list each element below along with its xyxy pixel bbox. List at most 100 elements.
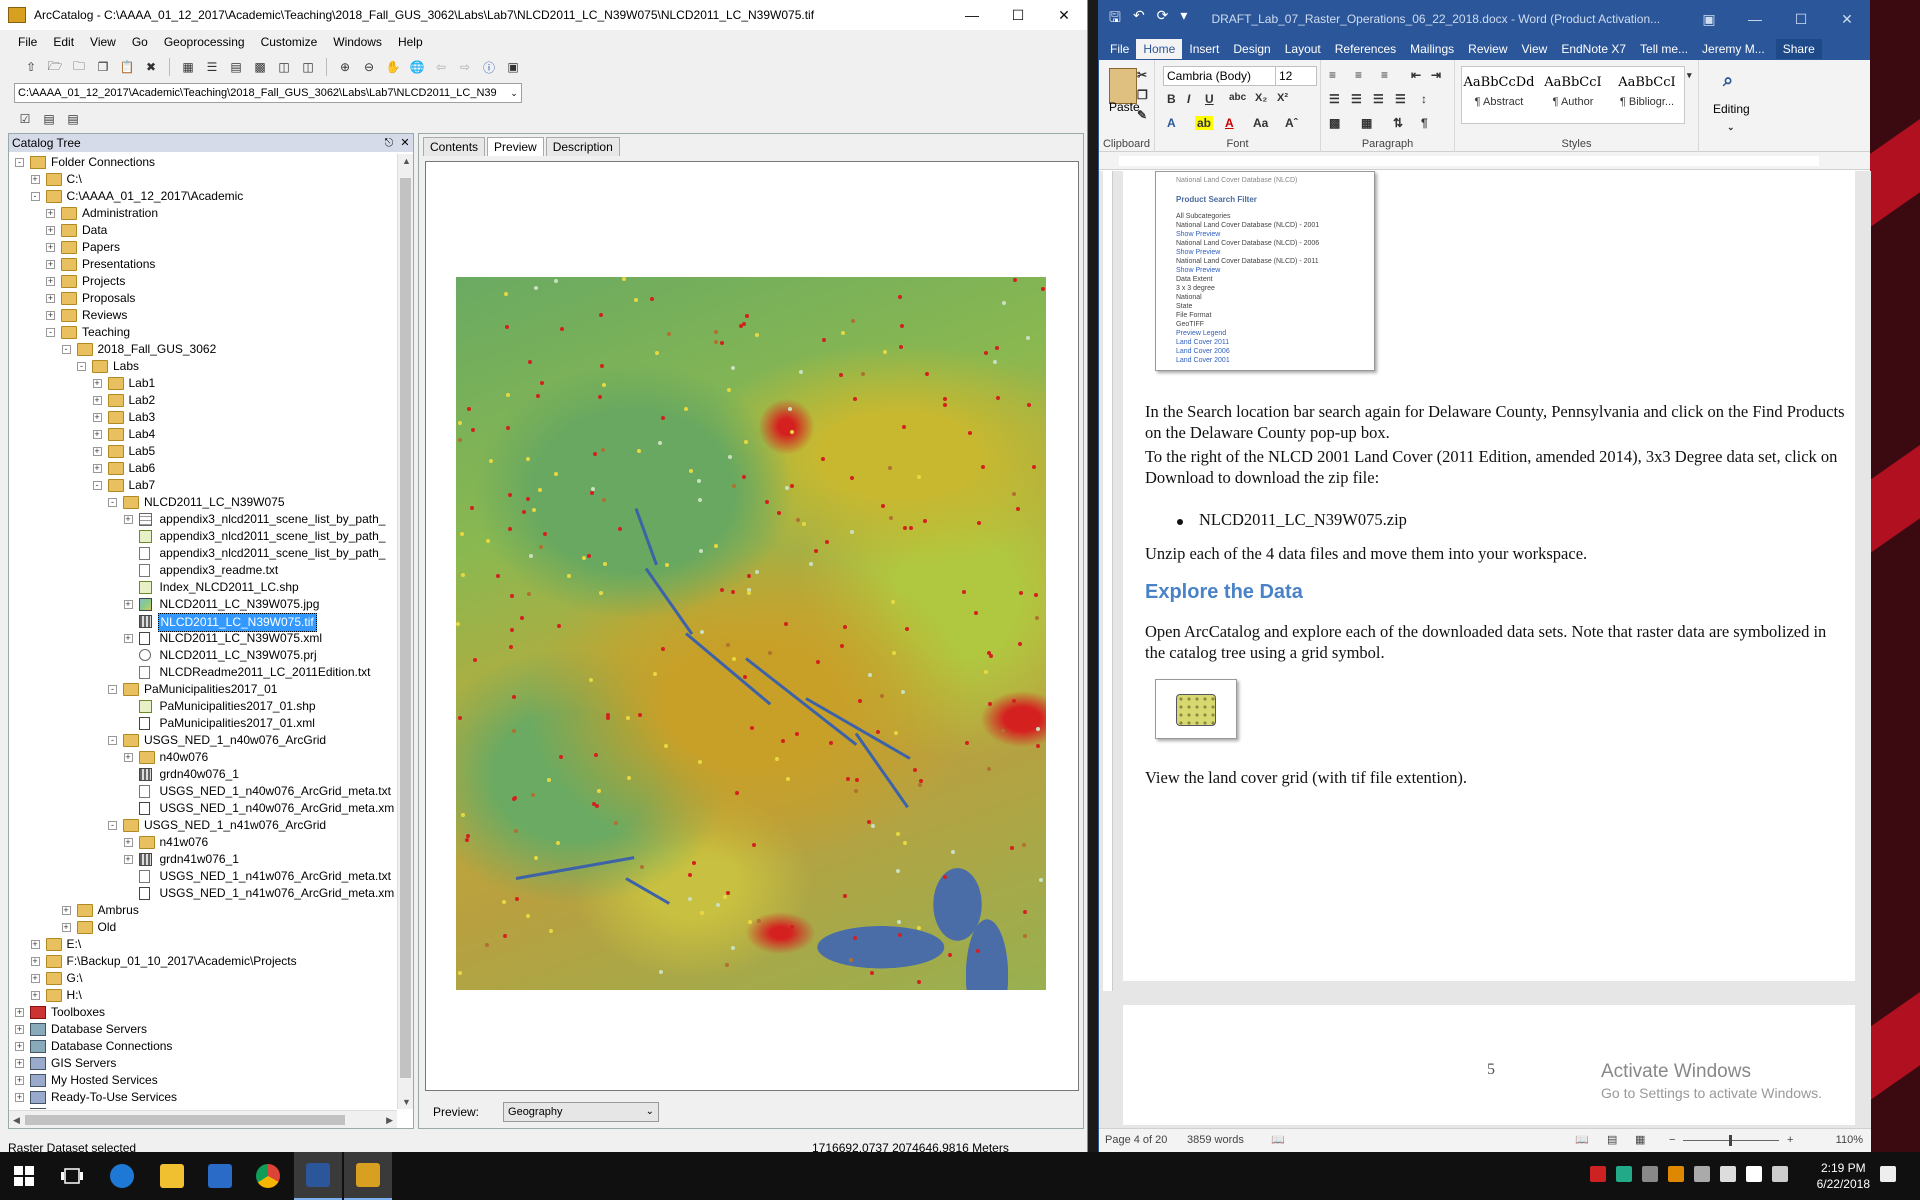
document-page[interactable]: National Land Cover Database (NLCD) Prod…	[1123, 171, 1855, 981]
chevron-down-icon[interactable]: ⌄	[507, 84, 521, 102]
grow-font-icon[interactable]: Aˆ	[1285, 116, 1298, 130]
tree-node[interactable]: - PaMunicipalities2017_01	[9, 681, 397, 698]
full-extent-icon[interactable]: 🌐	[408, 58, 426, 76]
tree-node[interactable]: USGS_NED_1_n40w076_ArcGrid_meta.txt	[9, 783, 397, 800]
tree-node[interactable]: + n40w076	[9, 749, 397, 766]
paste-icon[interactable]: 📋	[118, 58, 136, 76]
tree-node[interactable]: + F:\Backup_01_10_2017\Academic\Projects	[9, 953, 397, 970]
tree-node[interactable]: + C:\	[9, 171, 397, 188]
collapse-icon[interactable]: -	[108, 736, 117, 745]
tree-node[interactable]: - Lab7	[9, 477, 397, 494]
shading-icon[interactable]: ▩	[1329, 116, 1340, 130]
style-author[interactable]: AaBbCcI ¶ Author	[1536, 67, 1610, 123]
document-area[interactable]: National Land Cover Database (NLCD) Prod…	[1099, 171, 1871, 1128]
expand-icon[interactable]: +	[15, 1076, 24, 1085]
web-layout-icon[interactable]: ▦	[1635, 1129, 1645, 1151]
tab-mailings[interactable]: Mailings	[1403, 39, 1461, 59]
tab-references[interactable]: References	[1328, 39, 1403, 59]
proofing-icon[interactable]: 📖	[1271, 1129, 1285, 1151]
menu-file[interactable]: File	[10, 33, 45, 51]
taskbar-store[interactable]	[196, 1152, 244, 1200]
list-icon[interactable]: ☰	[203, 58, 221, 76]
preview-area[interactable]	[425, 161, 1079, 1091]
expand-icon[interactable]: +	[123, 634, 133, 643]
collapse-icon[interactable]: -	[92, 481, 102, 490]
tree-node[interactable]: USGS_NED_1_n41w076_ArcGrid_meta.xm	[9, 885, 397, 902]
menu-go[interactable]: Go	[124, 33, 156, 51]
tree-node[interactable]: + Old	[9, 919, 397, 936]
metadata-import-icon[interactable]: ▤	[40, 110, 58, 128]
account-name[interactable]: Jeremy M...	[1695, 39, 1772, 59]
tree-node[interactable]: + Administration	[9, 205, 397, 222]
tree-node[interactable]: +Business Analyst Repository	[9, 1106, 397, 1109]
collapse-icon[interactable]: -	[108, 685, 117, 694]
tree-node[interactable]: + GIS Servers	[9, 1055, 397, 1072]
show-marks-icon[interactable]: ¶	[1421, 116, 1428, 130]
expand-icon[interactable]: +	[30, 957, 40, 966]
word-count[interactable]: 3859 words	[1187, 1129, 1244, 1151]
tree-node[interactable]: - Folder Connections	[9, 154, 397, 171]
tree-node[interactable]: NLCD2011_LC_N39W075.prj	[9, 647, 397, 664]
expand-icon[interactable]: +	[30, 974, 40, 983]
scroll-left-icon[interactable]: ◀	[13, 1115, 20, 1126]
minimize-button[interactable]: —	[1732, 0, 1778, 38]
justify-icon[interactable]: ☰	[1395, 92, 1406, 106]
expand-icon[interactable]: +	[92, 413, 102, 422]
copy-icon[interactable]: ❐	[94, 58, 112, 76]
cut-icon[interactable]: ✂	[1137, 68, 1147, 82]
change-case-icon[interactable]: Aa	[1253, 116, 1268, 130]
chevron-down-icon[interactable]: ⌄	[1727, 122, 1735, 133]
paste-button[interactable]: Paste	[1109, 100, 1140, 114]
tray-network-icon[interactable]	[1720, 1166, 1736, 1182]
collapse-icon[interactable]: -	[30, 192, 40, 201]
superscript-button[interactable]: X²	[1277, 92, 1288, 104]
expand-icon[interactable]: +	[15, 1042, 24, 1051]
collapse-icon[interactable]: -	[15, 158, 24, 167]
tree-node[interactable]: PaMunicipalities2017_01.shp	[9, 698, 397, 715]
strikethrough-button[interactable]: abc	[1229, 92, 1246, 103]
tree-vertical-scrollbar[interactable]: ▲ ▼	[397, 154, 413, 1109]
tree-node[interactable]: + appendix3_nlcd2011_scene_list_by_path_	[9, 511, 397, 528]
tree-node[interactable]: USGS_NED_1_n41w076_ArcGrid_meta.txt	[9, 868, 397, 885]
zoom-in-icon[interactable]: ⊕	[336, 58, 354, 76]
tray-onedrive-icon[interactable]	[1694, 1166, 1710, 1182]
expand-icon[interactable]: +	[123, 515, 133, 524]
tree-node[interactable]: - USGS_NED_1_n40w076_ArcGrid	[9, 732, 397, 749]
tab-review[interactable]: Review	[1461, 39, 1514, 59]
tab-home[interactable]: Home	[1136, 39, 1183, 59]
styles-more-icon[interactable]: ▾	[1687, 70, 1692, 81]
taskbar-file-explorer[interactable]	[148, 1152, 196, 1200]
close-button[interactable]: ✕	[1041, 0, 1087, 30]
highlight-icon[interactable]: ab	[1195, 116, 1214, 130]
zoom-level[interactable]: 110%	[1836, 1129, 1863, 1151]
notifications-icon[interactable]	[1880, 1166, 1896, 1182]
save-icon[interactable]: 🖫	[1109, 7, 1121, 31]
find-icon[interactable]: ⌕	[1723, 70, 1733, 91]
increase-indent-icon[interactable]: ⇥	[1431, 68, 1441, 82]
copy-icon[interactable]: ❐	[1137, 88, 1148, 102]
tree-node[interactable]: - USGS_NED_1_n41w076_ArcGrid	[9, 817, 397, 834]
editing-button[interactable]: Editing	[1713, 102, 1750, 116]
tree-node[interactable]: - NLCD2011_LC_N39W075	[9, 494, 397, 511]
zoom-out-icon[interactable]: ⊖	[360, 58, 378, 76]
preview-mode-select[interactable]: Geography ⌄	[503, 1102, 660, 1122]
tree-node[interactable]: + Lab2	[9, 392, 397, 409]
menu-help[interactable]: Help	[390, 33, 431, 51]
expand-icon[interactable]: +	[46, 260, 55, 269]
tree-node[interactable]: Index_NLCD2011_LC.shp	[9, 579, 397, 596]
tray-vpn-icon[interactable]	[1616, 1166, 1632, 1182]
forward-icon[interactable]: ⇨	[456, 58, 474, 76]
expand-icon[interactable]: +	[46, 226, 55, 235]
style-abstract[interactable]: AaBbCcDd ¶ Abstract	[1462, 67, 1536, 123]
expand-icon[interactable]: +	[30, 175, 40, 184]
location-input[interactable]: C:\AAAA_01_12_2017\Academic\Teaching\201…	[14, 83, 522, 103]
expand-icon[interactable]: +	[15, 1008, 24, 1017]
metadata-edit-icon[interactable]: ☑	[16, 110, 34, 128]
tree-node[interactable]: + Reviews	[9, 307, 397, 324]
read-mode-icon[interactable]: 📖	[1575, 1129, 1589, 1151]
font-size-select[interactable]: 12	[1275, 66, 1317, 86]
sort-icon[interactable]: ⇅	[1393, 116, 1403, 130]
taskbar-chrome[interactable]	[244, 1152, 292, 1200]
tree-node[interactable]: + E:\	[9, 936, 397, 953]
tree-node[interactable]: USGS_NED_1_n40w076_ArcGrid_meta.xm	[9, 800, 397, 817]
